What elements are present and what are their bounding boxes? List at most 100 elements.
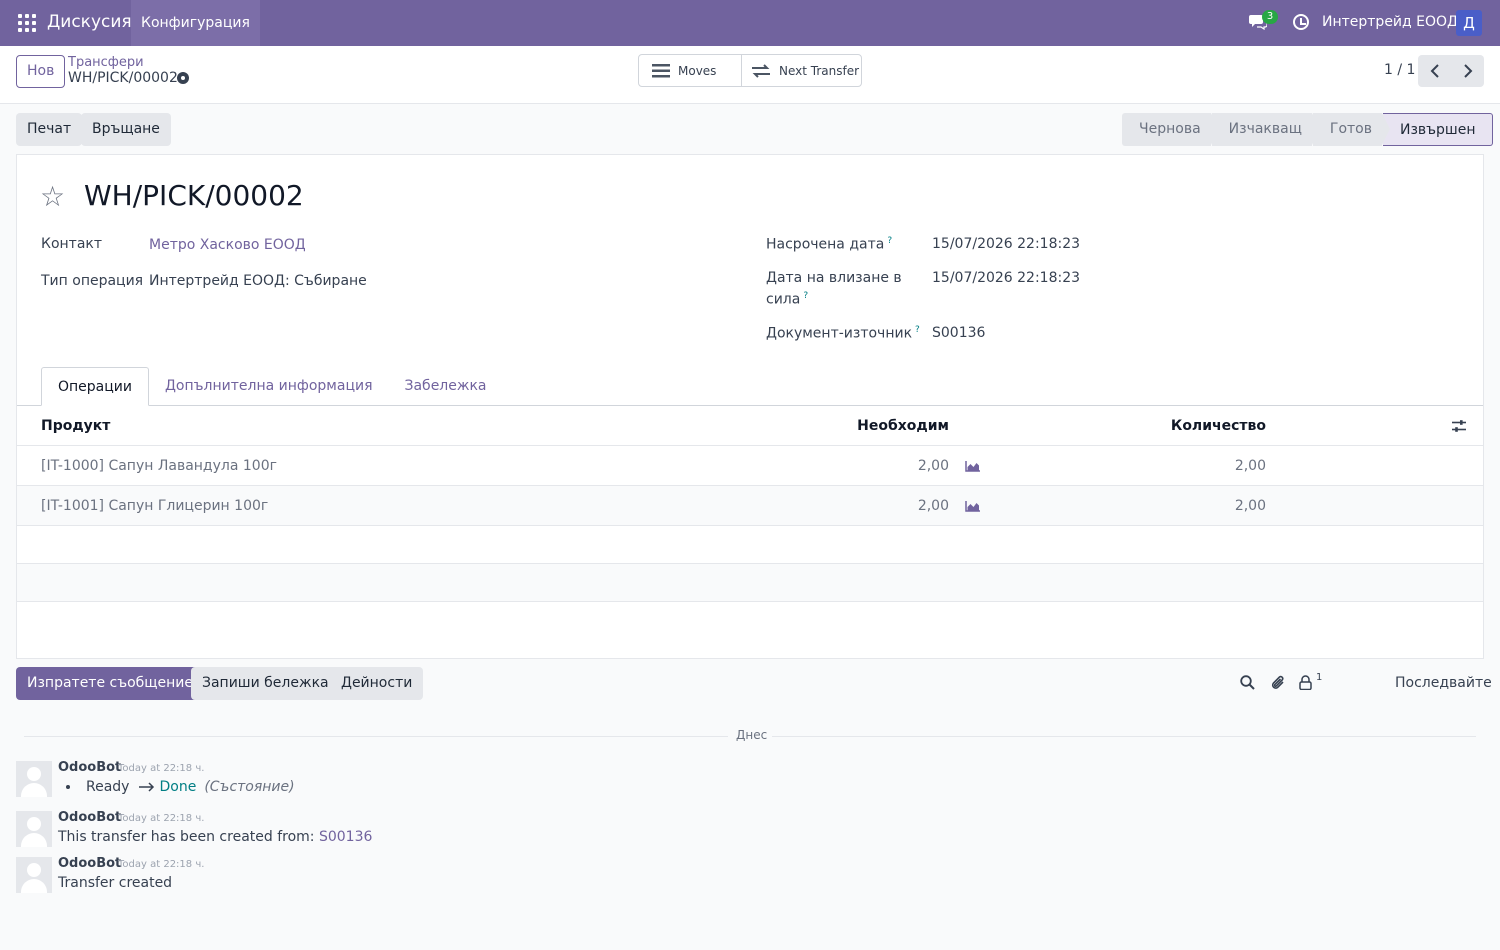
form-sheet: ☆ WH/PICK/00002 Контакт Метро Хасково ЕО… xyxy=(16,154,1484,659)
date-divider-right xyxy=(772,736,1476,737)
return-button[interactable]: Връщане xyxy=(81,113,171,146)
pager-value[interactable]: 1 / 1 xyxy=(1384,62,1415,78)
search-icon[interactable] xyxy=(1240,675,1255,690)
effective-date-label-text: сила xyxy=(766,291,801,308)
effective-date-value: 15/07/2026 22:18:23 xyxy=(932,270,1081,286)
contact-value[interactable]: Метро Хасково ЕООД xyxy=(149,237,306,253)
company-switcher[interactable]: Интертрейд ЕООД xyxy=(1322,14,1458,30)
message-date: Today at 22:18 ч. xyxy=(118,813,205,824)
source-document-link[interactable]: S00136 xyxy=(319,829,372,845)
column-settings-icon[interactable] xyxy=(1452,419,1466,433)
tracking-new-value: Done xyxy=(159,779,197,795)
tab-additional-info[interactable]: Допълнителна информация xyxy=(149,367,389,406)
activity-clock-icon[interactable] xyxy=(1293,14,1309,30)
messages-count-badge: 3 xyxy=(1262,10,1278,24)
moves-label: Moves xyxy=(678,63,717,78)
follow-button[interactable]: Последвайте xyxy=(1395,675,1492,691)
empty-row xyxy=(17,602,1483,640)
stage-waiting[interactable]: Изчакващ xyxy=(1211,113,1321,146)
stage-done[interactable]: Извършен xyxy=(1382,113,1493,146)
avatar[interactable] xyxy=(16,761,52,797)
gear-icon[interactable] xyxy=(177,72,189,84)
chevron-left-icon xyxy=(1430,64,1439,78)
operations-table: Продукт Необходим Количество [IT-1000] С… xyxy=(17,406,1483,640)
message-author[interactable]: OdooBot xyxy=(58,856,121,871)
table-row[interactable]: [IT-1000] Сапун Лавандула 100г 2,00 2,00 xyxy=(17,446,1483,486)
effective-date-label-line1: Дата на влизане в xyxy=(766,270,902,286)
tab-operations[interactable]: Операции xyxy=(41,367,149,406)
tab-note[interactable]: Забележка xyxy=(389,367,503,406)
chevron-right-icon xyxy=(1463,64,1472,78)
column-header-product[interactable]: Продукт xyxy=(41,406,110,446)
app-name[interactable]: Дискусия xyxy=(47,12,132,32)
moves-smart-button[interactable]: Moves xyxy=(638,54,742,87)
product-cell[interactable]: [IT-1000] Сапун Лавандула 100г xyxy=(41,446,277,486)
needed-cell: 2,00 xyxy=(917,458,949,474)
followers-icon[interactable] xyxy=(1299,675,1312,690)
exchange-icon xyxy=(752,63,770,78)
forecast-chart-icon[interactable] xyxy=(965,461,980,472)
status-bar: Чернова Изчакващ Готов Извършен xyxy=(1122,113,1493,146)
table-row[interactable]: [IT-1001] Сапун Глицерин 100г 2,00 2,00 xyxy=(17,486,1483,526)
message-body: This transfer has been created from: S00… xyxy=(58,829,372,845)
source-document-label: Документ-източник? xyxy=(766,325,920,342)
needed-cell: 2,00 xyxy=(917,498,949,514)
help-icon[interactable]: ? xyxy=(915,325,920,335)
tracking-change: Ready Done (Състояние) xyxy=(66,779,295,795)
followers-count: 1 xyxy=(1316,672,1323,683)
user-avatar[interactable]: Д xyxy=(1456,10,1482,36)
contact-label: Контакт xyxy=(41,236,103,252)
avatar[interactable] xyxy=(16,811,52,847)
pager-previous-button[interactable] xyxy=(1418,55,1451,87)
scheduled-date-value[interactable]: 15/07/2026 22:18:23 xyxy=(932,236,1080,252)
stage-draft[interactable]: Чернова xyxy=(1122,113,1219,146)
app-grid-icon[interactable] xyxy=(18,14,36,32)
date-divider-left xyxy=(24,736,728,737)
help-icon[interactable]: ? xyxy=(887,236,892,246)
table-header-row: Продукт Необходим Количество xyxy=(17,406,1483,446)
avatar[interactable] xyxy=(16,857,52,893)
operation-type-label: Тип операция xyxy=(41,273,144,289)
activities-button[interactable]: Дейности xyxy=(330,667,424,700)
message-date: Today at 22:18 ч. xyxy=(118,859,205,870)
paperclip-icon[interactable] xyxy=(1270,674,1286,691)
tracking-old-value: Ready xyxy=(86,779,130,795)
message-date: Today at 22:18 ч. xyxy=(118,763,205,774)
scheduled-date-label: Насрочена дата? xyxy=(766,236,892,253)
breadcrumb-current: WH/PICK/00002 xyxy=(68,70,178,86)
quantity-cell[interactable]: 2,00 xyxy=(1235,446,1266,486)
empty-row xyxy=(17,564,1483,602)
message-author[interactable]: OdooBot xyxy=(58,810,121,825)
print-button[interactable]: Печат xyxy=(16,113,83,146)
bullet xyxy=(66,785,70,789)
breadcrumb-parent[interactable]: Трансфери xyxy=(68,55,144,70)
empty-row xyxy=(17,526,1483,564)
message-author[interactable]: OdooBot xyxy=(58,760,121,775)
help-icon[interactable]: ? xyxy=(803,291,808,301)
effective-date-label-line2: сила? xyxy=(766,291,808,308)
scheduled-date-label-text: Насрочена дата xyxy=(766,236,885,253)
pager-next-button[interactable] xyxy=(1451,55,1484,87)
new-button[interactable]: Нов xyxy=(16,55,66,88)
log-note-button[interactable]: Запиши бележка xyxy=(191,667,340,700)
arrow-right-icon xyxy=(139,782,155,792)
product-cell[interactable]: [IT-1001] Сапун Глицерин 100г xyxy=(41,486,268,526)
forecast-chart-icon[interactable] xyxy=(965,501,980,512)
tracking-field: (Състояние) xyxy=(204,779,295,795)
top-navbar: Дискусия Конфигурация 3 Интертрейд ЕООД … xyxy=(0,0,1500,46)
source-document-value[interactable]: S00136 xyxy=(932,325,985,341)
next-transfer-smart-button[interactable]: Next Transfer xyxy=(741,54,862,87)
operation-type-value[interactable]: Интертрейд ЕООД: Събиране xyxy=(149,273,367,289)
stage-ready[interactable]: Готов xyxy=(1312,113,1391,146)
next-transfer-label: Next Transfer xyxy=(779,63,860,78)
record-title: WH/PICK/00002 xyxy=(84,179,304,212)
message-body: Transfer created xyxy=(58,875,173,891)
column-header-needed[interactable]: Необходим xyxy=(857,406,949,446)
send-message-button[interactable]: Изпратете съобщение xyxy=(16,667,204,700)
star-icon[interactable]: ☆ xyxy=(40,183,65,211)
notebook-tabs: Операции Допълнителна информация Забележ… xyxy=(41,367,503,406)
column-header-quantity[interactable]: Количество xyxy=(1171,406,1266,446)
quantity-cell[interactable]: 2,00 xyxy=(1235,486,1266,526)
menu-configuration[interactable]: Конфигурация xyxy=(131,0,260,46)
date-divider-label: Днес xyxy=(736,728,768,742)
